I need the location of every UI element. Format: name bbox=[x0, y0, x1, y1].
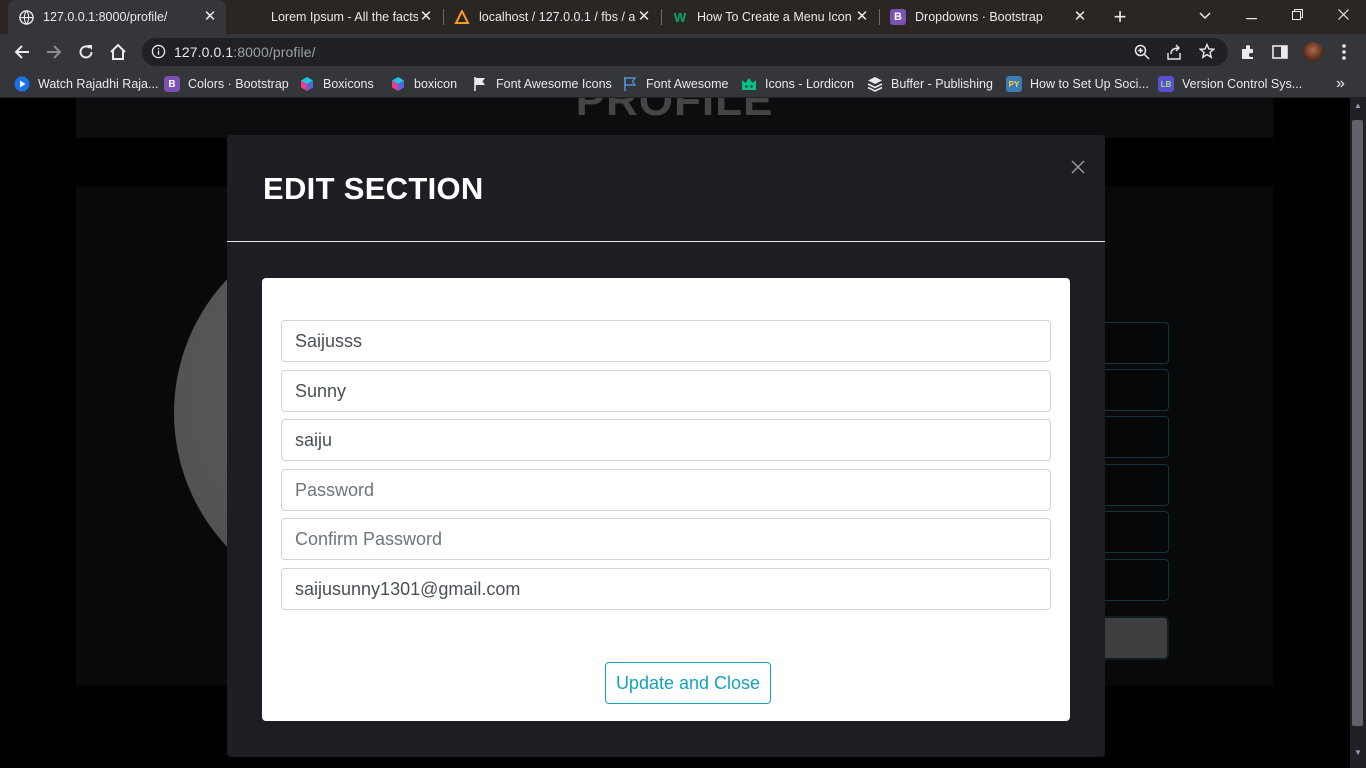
py-icon: PY bbox=[1006, 76, 1022, 92]
bookmark-label: Buffer - Publishing bbox=[891, 77, 993, 91]
bootstrap-icon: B bbox=[890, 9, 906, 25]
close-tab-icon[interactable]: ✕ bbox=[636, 9, 652, 25]
modal-divider bbox=[227, 241, 1105, 242]
bookmark-label: Colors · Bootstrap bbox=[188, 77, 289, 91]
tab-title: How To Create a Menu Icon bbox=[697, 10, 852, 24]
blank-icon bbox=[246, 9, 262, 25]
phpmyadmin-icon bbox=[454, 9, 470, 25]
password-input[interactable] bbox=[281, 469, 1051, 511]
vcs-icon: LB bbox=[1158, 76, 1174, 92]
bookmark-item[interactable]: boxicon bbox=[390, 74, 457, 94]
close-icon[interactable] bbox=[1069, 159, 1087, 177]
address-path: :8000/profile/ bbox=[233, 44, 316, 60]
bookmark-label: Font Awesome bbox=[646, 77, 729, 91]
flag-icon bbox=[622, 76, 638, 92]
bookmark-item[interactable]: Watch Rajadhi Raja... bbox=[14, 74, 158, 94]
edit-form: Update and Close bbox=[262, 278, 1070, 721]
close-window-button[interactable] bbox=[1320, 0, 1366, 30]
zoom-icon[interactable] bbox=[1134, 44, 1150, 65]
last-name-input[interactable] bbox=[281, 370, 1051, 412]
forward-button[interactable] bbox=[40, 38, 68, 66]
username-input[interactable] bbox=[281, 419, 1051, 461]
play-icon bbox=[14, 76, 30, 92]
bookmark-item[interactable]: Font Awesome bbox=[622, 74, 728, 94]
site-info-icon[interactable] bbox=[151, 44, 166, 64]
edit-modal: EDIT SECTION Update and Close bbox=[227, 135, 1105, 757]
bootstrap-icon: B bbox=[164, 76, 180, 92]
tab-search-button[interactable] bbox=[1182, 0, 1228, 30]
boxicons-icon bbox=[390, 76, 406, 92]
address-host: 127.0.0.1 bbox=[174, 44, 234, 60]
w3-icon: W bbox=[673, 9, 687, 25]
close-tab-icon[interactable]: ✕ bbox=[418, 9, 434, 25]
extensions-icon[interactable] bbox=[1234, 38, 1262, 66]
bookmarks-bar: Watch Rajadhi Raja... B Colors · Bootstr… bbox=[0, 70, 1366, 98]
bookmark-label: Watch Rajadhi Raja... bbox=[38, 77, 159, 91]
close-tab-icon[interactable]: ✕ bbox=[854, 9, 870, 25]
back-button[interactable] bbox=[8, 38, 36, 66]
share-icon[interactable] bbox=[1166, 44, 1182, 65]
scroll-up-arrow-icon[interactable]: ▲ bbox=[1351, 101, 1365, 115]
page-viewport: PROFILE EDIT SECTION Update and Close bbox=[0, 98, 1350, 768]
bookmark-item[interactable]: Icons - Lordicon bbox=[741, 74, 854, 94]
browser-tab-strip: 127.0.0.1:8000/profile/ ✕ Lorem Ipsum - … bbox=[0, 0, 1366, 34]
modal-title: EDIT SECTION bbox=[263, 171, 484, 206]
browser-tab-lorem[interactable]: Lorem Ipsum - All the facts - L ✕ bbox=[236, 0, 442, 34]
buffer-icon bbox=[867, 76, 883, 92]
close-tab-icon[interactable]: ✕ bbox=[1072, 9, 1088, 25]
tab-title: Dropdowns · Bootstrap bbox=[915, 10, 1043, 24]
browser-tab-profile[interactable]: 127.0.0.1:8000/profile/ ✕ bbox=[8, 0, 226, 34]
more-bookmarks-chevron-icon[interactable]: » bbox=[1336, 74, 1345, 94]
minimize-button[interactable] bbox=[1228, 0, 1274, 30]
bookmark-item[interactable]: Buffer - Publishing bbox=[867, 74, 993, 94]
profile-avatar[interactable] bbox=[1299, 38, 1327, 66]
tab-title: 127.0.0.1:8000/profile/ bbox=[43, 10, 168, 24]
confirm-password-input[interactable] bbox=[281, 518, 1051, 560]
bookmark-item[interactable]: LB Version Control Sys... bbox=[1158, 74, 1302, 94]
bookmark-label: Icons - Lordicon bbox=[765, 77, 854, 91]
browser-tab-phpmyadmin[interactable]: localhost / 127.0.0.1 / fbs / ap ✕ bbox=[444, 0, 660, 34]
boxicons-icon bbox=[299, 76, 315, 92]
address-bar[interactable]: 127.0.0.1:8000/profile/ bbox=[142, 38, 1228, 66]
scroll-down-arrow-icon[interactable]: ▼ bbox=[1351, 748, 1365, 762]
browser-tab-bootstrap[interactable]: B Dropdowns · Bootstrap ✕ bbox=[880, 0, 1096, 34]
browser-toolbar: 127.0.0.1:8000/profile/ bbox=[0, 34, 1366, 70]
new-tab-button[interactable]: + bbox=[1108, 5, 1132, 29]
bookmark-label: Font Awesome Icons bbox=[496, 77, 612, 91]
update-and-close-button[interactable]: Update and Close bbox=[605, 662, 771, 704]
bookmark-label: Version Control Sys... bbox=[1182, 77, 1303, 91]
flag-icon bbox=[472, 76, 488, 92]
bookmark-item[interactable]: PY How to Set Up Soci... bbox=[1006, 74, 1149, 94]
bookmark-item[interactable]: Font Awesome Icons bbox=[472, 74, 612, 94]
scrollbar-thumb[interactable] bbox=[1352, 120, 1363, 726]
globe-icon bbox=[18, 9, 34, 25]
tab-title: localhost / 127.0.0.1 / fbs / ap bbox=[479, 10, 636, 24]
bookmark-label: boxicon bbox=[414, 77, 458, 91]
home-button[interactable] bbox=[104, 38, 132, 66]
side-panel-icon[interactable] bbox=[1266, 38, 1294, 66]
bookmark-label: Boxicons bbox=[323, 77, 374, 91]
bookmark-item[interactable]: B Colors · Bootstrap bbox=[164, 74, 289, 94]
restore-button[interactable] bbox=[1274, 0, 1320, 30]
tab-title: Lorem Ipsum - All the facts - L bbox=[271, 10, 418, 24]
lordicon-icon bbox=[741, 76, 757, 92]
bookmark-label: How to Set Up Soci... bbox=[1030, 77, 1149, 91]
reload-button[interactable] bbox=[72, 38, 100, 66]
email-input[interactable] bbox=[281, 568, 1051, 610]
menu-kebab-icon[interactable] bbox=[1330, 38, 1358, 66]
browser-tab-w3[interactable]: W How To Create a Menu Icon ✕ bbox=[662, 0, 878, 34]
first-name-input[interactable] bbox=[281, 320, 1051, 362]
bookmark-item[interactable]: Boxicons bbox=[299, 74, 374, 94]
bookmark-star-icon[interactable] bbox=[1198, 42, 1216, 64]
address-url: 127.0.0.1:8000/profile/ bbox=[174, 44, 316, 60]
close-tab-icon[interactable]: ✕ bbox=[202, 9, 218, 25]
